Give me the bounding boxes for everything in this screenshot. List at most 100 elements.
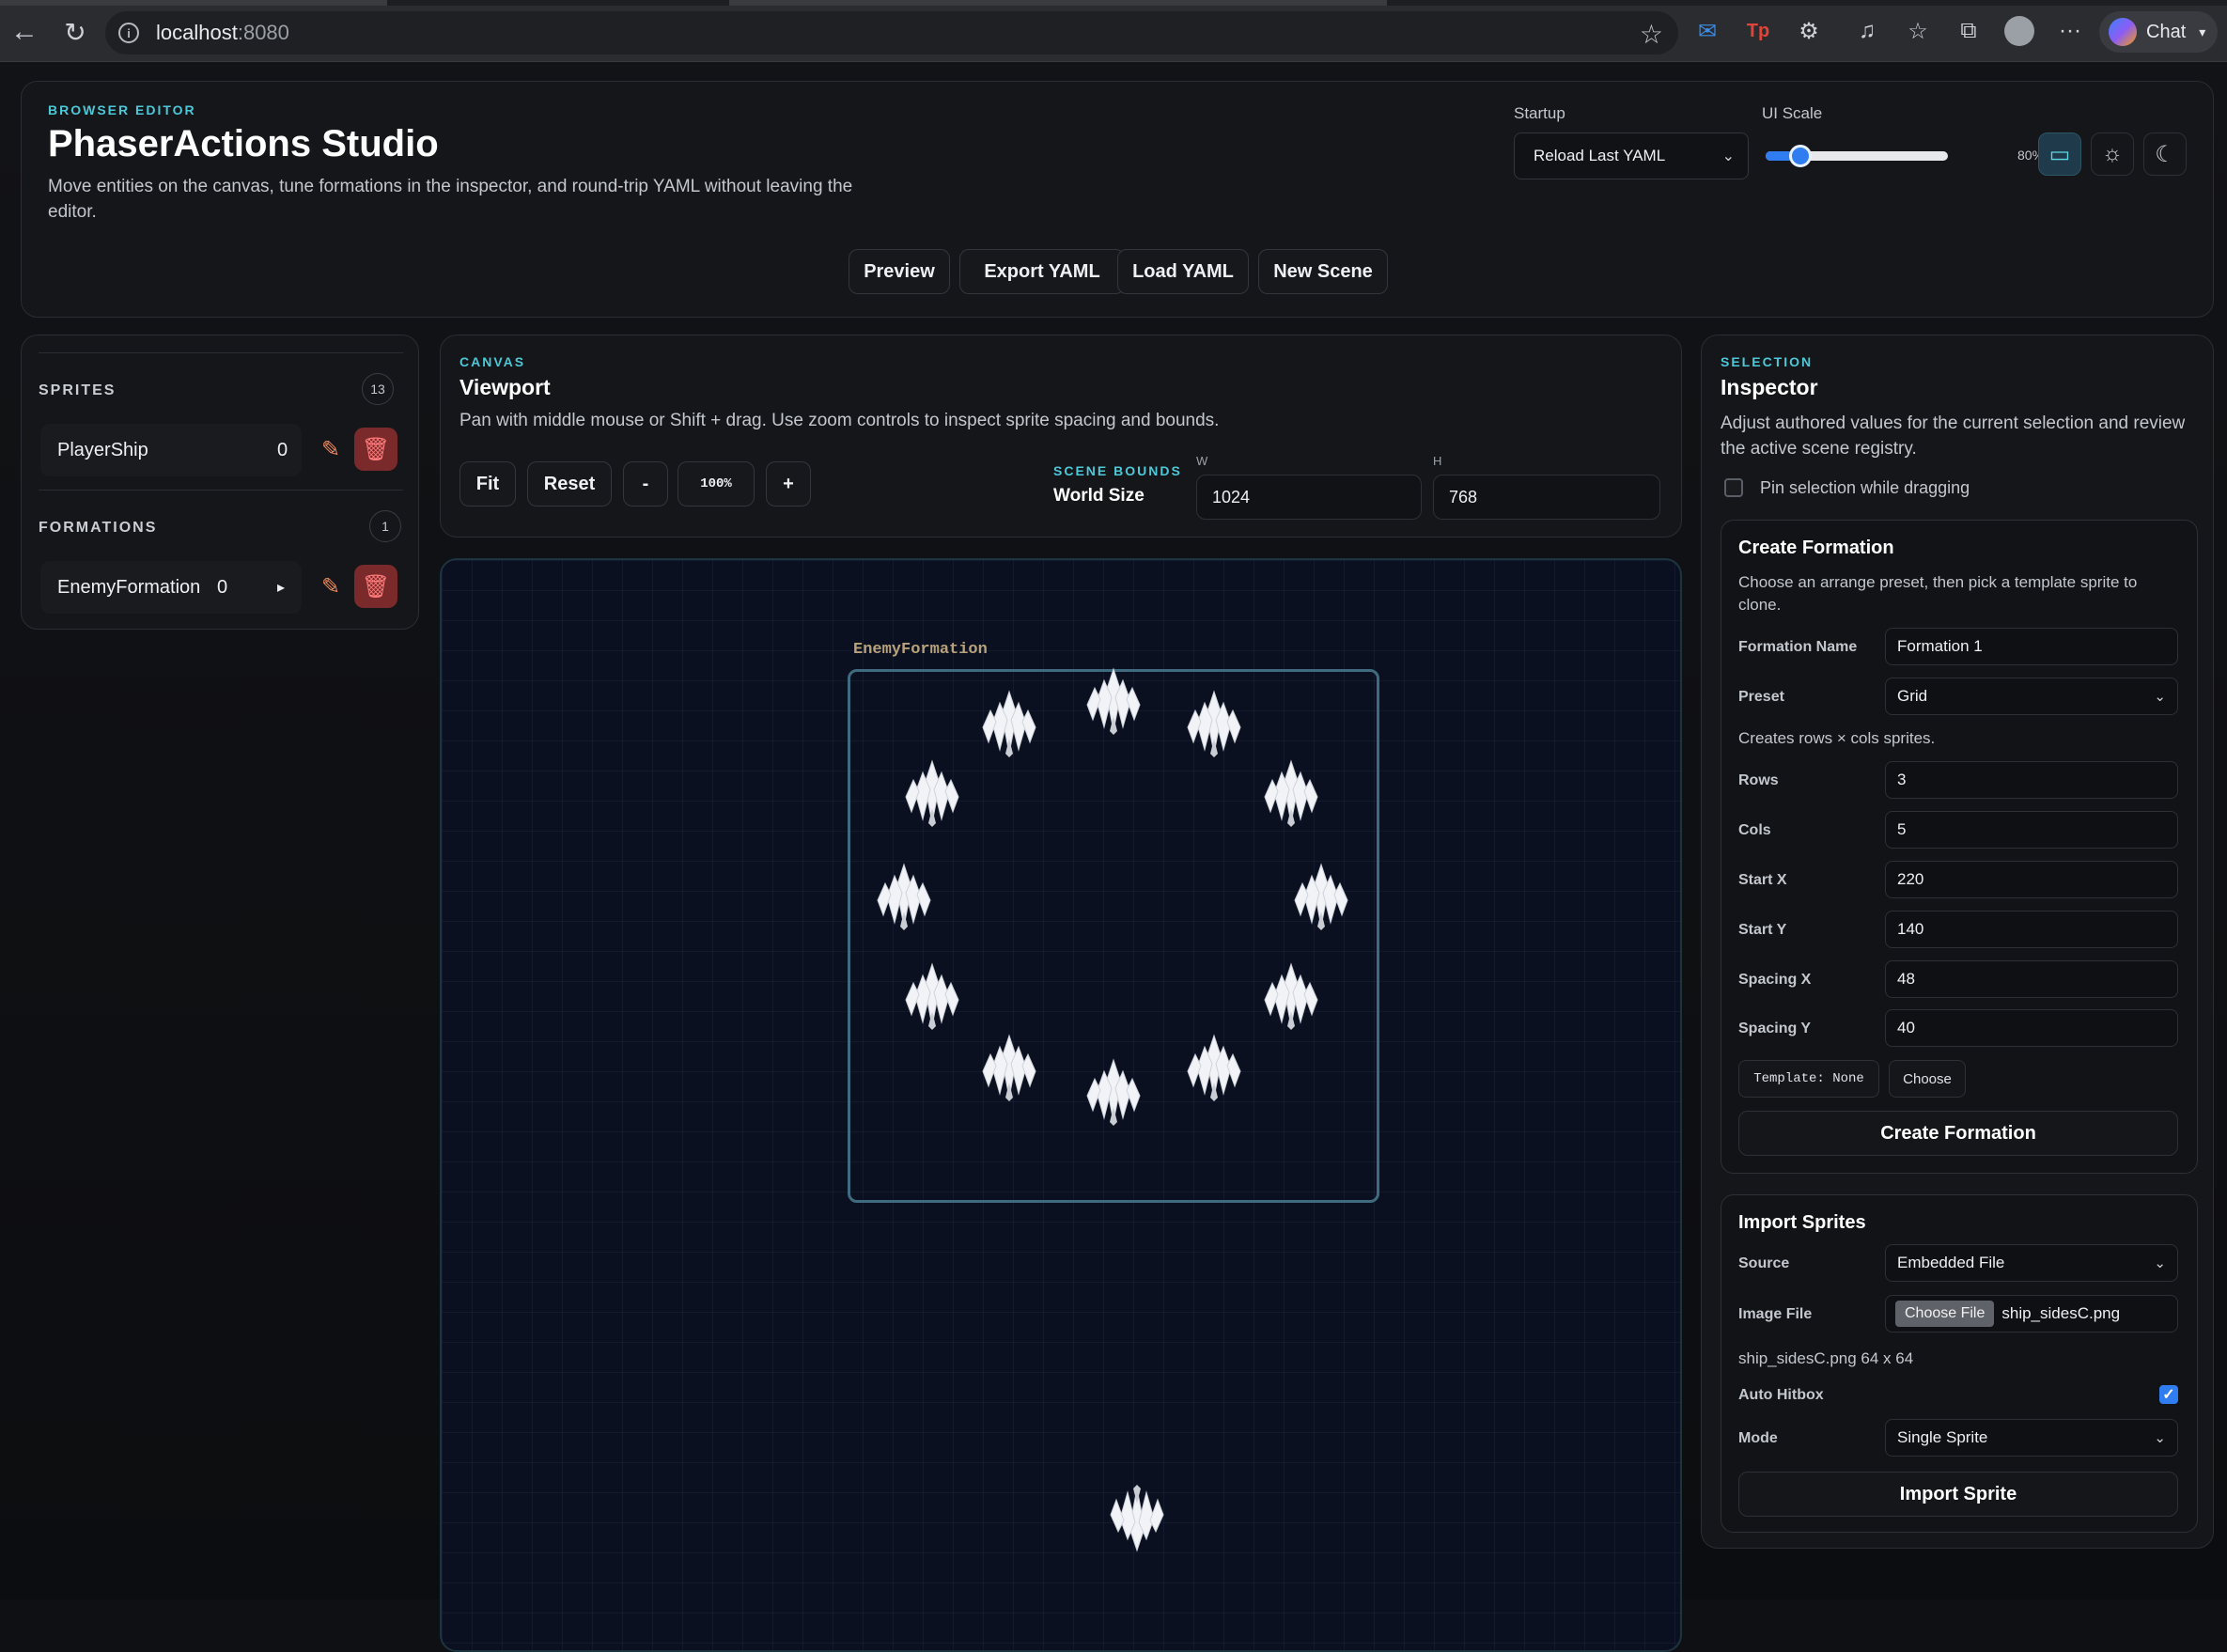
- pin-selection-label: Pin selection while dragging: [1760, 478, 1970, 497]
- enemy-sprite[interactable]: [902, 752, 962, 827]
- enemy-sprite[interactable]: [1184, 682, 1244, 757]
- profile-avatar-icon[interactable]: [2003, 15, 2035, 47]
- light-theme-button[interactable]: ☼: [2091, 132, 2134, 176]
- load-yaml-button[interactable]: Load YAML: [1117, 249, 1249, 294]
- scene-outline-panel: SPRITES 13 PlayerShip 0 ✎ 🗑 FORMATIONS 1…: [21, 335, 419, 630]
- tab[interactable]: [0, 0, 387, 6]
- import-sprite-button[interactable]: Import Sprite: [1738, 1472, 2178, 1517]
- choose-template-button[interactable]: Choose: [1889, 1060, 1966, 1098]
- edit-formation-button[interactable]: ✎: [309, 565, 352, 608]
- more-menu-icon[interactable]: ···: [2054, 15, 2086, 47]
- height-label: H: [1433, 454, 1442, 468]
- enemy-sprite[interactable]: [902, 955, 962, 1030]
- fit-button[interactable]: Fit: [459, 461, 516, 507]
- tp-extension-icon[interactable]: Tp: [1742, 15, 1774, 47]
- source-select[interactable]: Embedded File ⌄: [1885, 1244, 2178, 1282]
- reset-button[interactable]: Reset: [527, 461, 612, 507]
- spacing-y-input[interactable]: 40: [1885, 1009, 2178, 1047]
- edit-sprite-button[interactable]: ✎: [309, 428, 352, 471]
- system-theme-button[interactable]: ▭: [2038, 132, 2081, 176]
- url-text: localhost:8080: [156, 21, 289, 44]
- enemy-sprite[interactable]: [874, 855, 934, 930]
- world-height-input[interactable]: 768: [1433, 475, 1660, 520]
- start-x-label: Start X: [1738, 872, 1787, 888]
- address-bar[interactable]: i localhost:8080 ☆: [105, 11, 1678, 55]
- world-width-input[interactable]: 1024: [1196, 475, 1422, 520]
- sprite-item-playership[interactable]: PlayerShip 0: [40, 424, 302, 476]
- startup-select[interactable]: Reload Last YAML ⌄: [1514, 132, 1749, 179]
- start-y-input[interactable]: 140: [1885, 911, 2178, 948]
- image-file-label: Image File: [1738, 1306, 1813, 1322]
- zoom-out-button[interactable]: -: [623, 461, 668, 507]
- enemy-sprite[interactable]: [1261, 752, 1321, 827]
- formation-value: 0: [217, 576, 228, 598]
- scene-canvas[interactable]: EnemyFormation: [440, 558, 1682, 1652]
- file-info: ship_sidesC.png 64 x 64: [1738, 1349, 1914, 1367]
- enemy-sprite[interactable]: [979, 1026, 1039, 1101]
- mode-select[interactable]: Single Sprite ⌄: [1885, 1419, 2178, 1457]
- app-title: PhaserActions Studio: [48, 123, 439, 164]
- create-formation-card: Create Formation Choose an arrange prese…: [1721, 520, 2198, 1174]
- chat-button[interactable]: Chat ▾: [2099, 11, 2218, 53]
- choose-file-button[interactable]: Choose File: [1895, 1301, 1995, 1327]
- import-sprites-card: Import Sprites Source Embedded File ⌄ Ima…: [1721, 1194, 2198, 1533]
- chevron-down-icon: ⌄: [1721, 148, 1735, 164]
- cols-label: Cols: [1738, 822, 1771, 838]
- preview-button[interactable]: Preview: [849, 249, 950, 294]
- create-formation-button[interactable]: Create Formation: [1738, 1111, 2178, 1156]
- source-label: Source: [1738, 1255, 1790, 1271]
- preset-select[interactable]: Grid ⌄: [1885, 678, 2178, 715]
- import-sprites-title: Import Sprites: [1738, 1212, 1866, 1233]
- enemy-sprite[interactable]: [979, 682, 1039, 757]
- create-formation-description: Choose an arrange preset, then pick a te…: [1738, 573, 2138, 614]
- reload-icon[interactable]: ↻: [58, 15, 92, 49]
- tab[interactable]: [729, 0, 1387, 6]
- inspector-panel: SELECTION Inspector Adjust authored valu…: [1701, 335, 2214, 1549]
- enemy-sprite[interactable]: [1291, 855, 1351, 930]
- enemy-sprite[interactable]: [1083, 1051, 1144, 1126]
- ui-scale-label: UI Scale: [1762, 104, 1823, 122]
- dark-theme-button[interactable]: ☾: [2143, 132, 2187, 176]
- copilot-icon: [2109, 18, 2137, 46]
- rows-input[interactable]: 3: [1885, 761, 2178, 799]
- outlook-extension-icon[interactable]: ✉: [1691, 15, 1723, 47]
- preset-label: Preset: [1738, 689, 1784, 705]
- create-formation-title: Create Formation: [1738, 538, 1894, 558]
- favorites-icon[interactable]: ☆: [1902, 15, 1934, 47]
- sprite-value: 0: [277, 439, 288, 460]
- delete-sprite-button[interactable]: 🗑: [354, 428, 397, 471]
- enemy-sprite[interactable]: [1184, 1026, 1244, 1101]
- start-x-input[interactable]: 220: [1885, 861, 2178, 898]
- media-icon[interactable]: ♫: [1851, 15, 1883, 47]
- mode-label: Mode: [1738, 1430, 1778, 1446]
- scene-bounds-label: SCENE BOUNDS: [1053, 463, 1182, 478]
- ui-scale-slider[interactable]: [1766, 145, 1948, 167]
- app-root: BROWSER EDITOR PhaserActions Studio Move…: [0, 62, 2227, 1652]
- player-ship-sprite[interactable]: [1107, 1485, 1167, 1560]
- enemy-sprite[interactable]: [1083, 660, 1144, 735]
- auto-hitbox-checkbox[interactable]: ✓: [2159, 1385, 2178, 1404]
- enemy-sprite[interactable]: [1261, 955, 1321, 1030]
- image-file-input[interactable]: Choose File ship_sidesC.png: [1885, 1295, 2178, 1333]
- expand-arrow-icon[interactable]: ▸: [277, 578, 285, 597]
- back-icon[interactable]: ←: [8, 15, 41, 49]
- sprites-count-badge: 13: [362, 373, 394, 405]
- collections-icon[interactable]: ⧉: [1953, 15, 1985, 47]
- zoom-in-button[interactable]: +: [766, 461, 811, 507]
- formation-item-enemyformation[interactable]: EnemyFormation 0 ▸: [40, 561, 302, 614]
- export-yaml-button[interactable]: Export YAML: [959, 249, 1125, 294]
- cols-input[interactable]: 5: [1885, 811, 2178, 849]
- new-scene-button[interactable]: New Scene: [1258, 249, 1388, 294]
- formation-name: EnemyFormation: [57, 576, 201, 598]
- ui-scale-thumb[interactable]: [1789, 145, 1813, 167]
- spacing-x-input[interactable]: 48: [1885, 960, 2178, 998]
- formations-count-badge: 1: [369, 510, 401, 542]
- favorite-star-icon[interactable]: ☆: [1640, 19, 1663, 50]
- site-info-icon[interactable]: i: [118, 23, 139, 43]
- extensions-icon[interactable]: ⚙: [1793, 15, 1825, 47]
- pin-selection-checkbox[interactable]: [1724, 478, 1743, 497]
- moon-icon: ☾: [2155, 141, 2175, 167]
- divider: [39, 352, 403, 353]
- delete-formation-button[interactable]: 🗑: [354, 565, 397, 608]
- formation-name-input[interactable]: Formation 1: [1885, 628, 2178, 665]
